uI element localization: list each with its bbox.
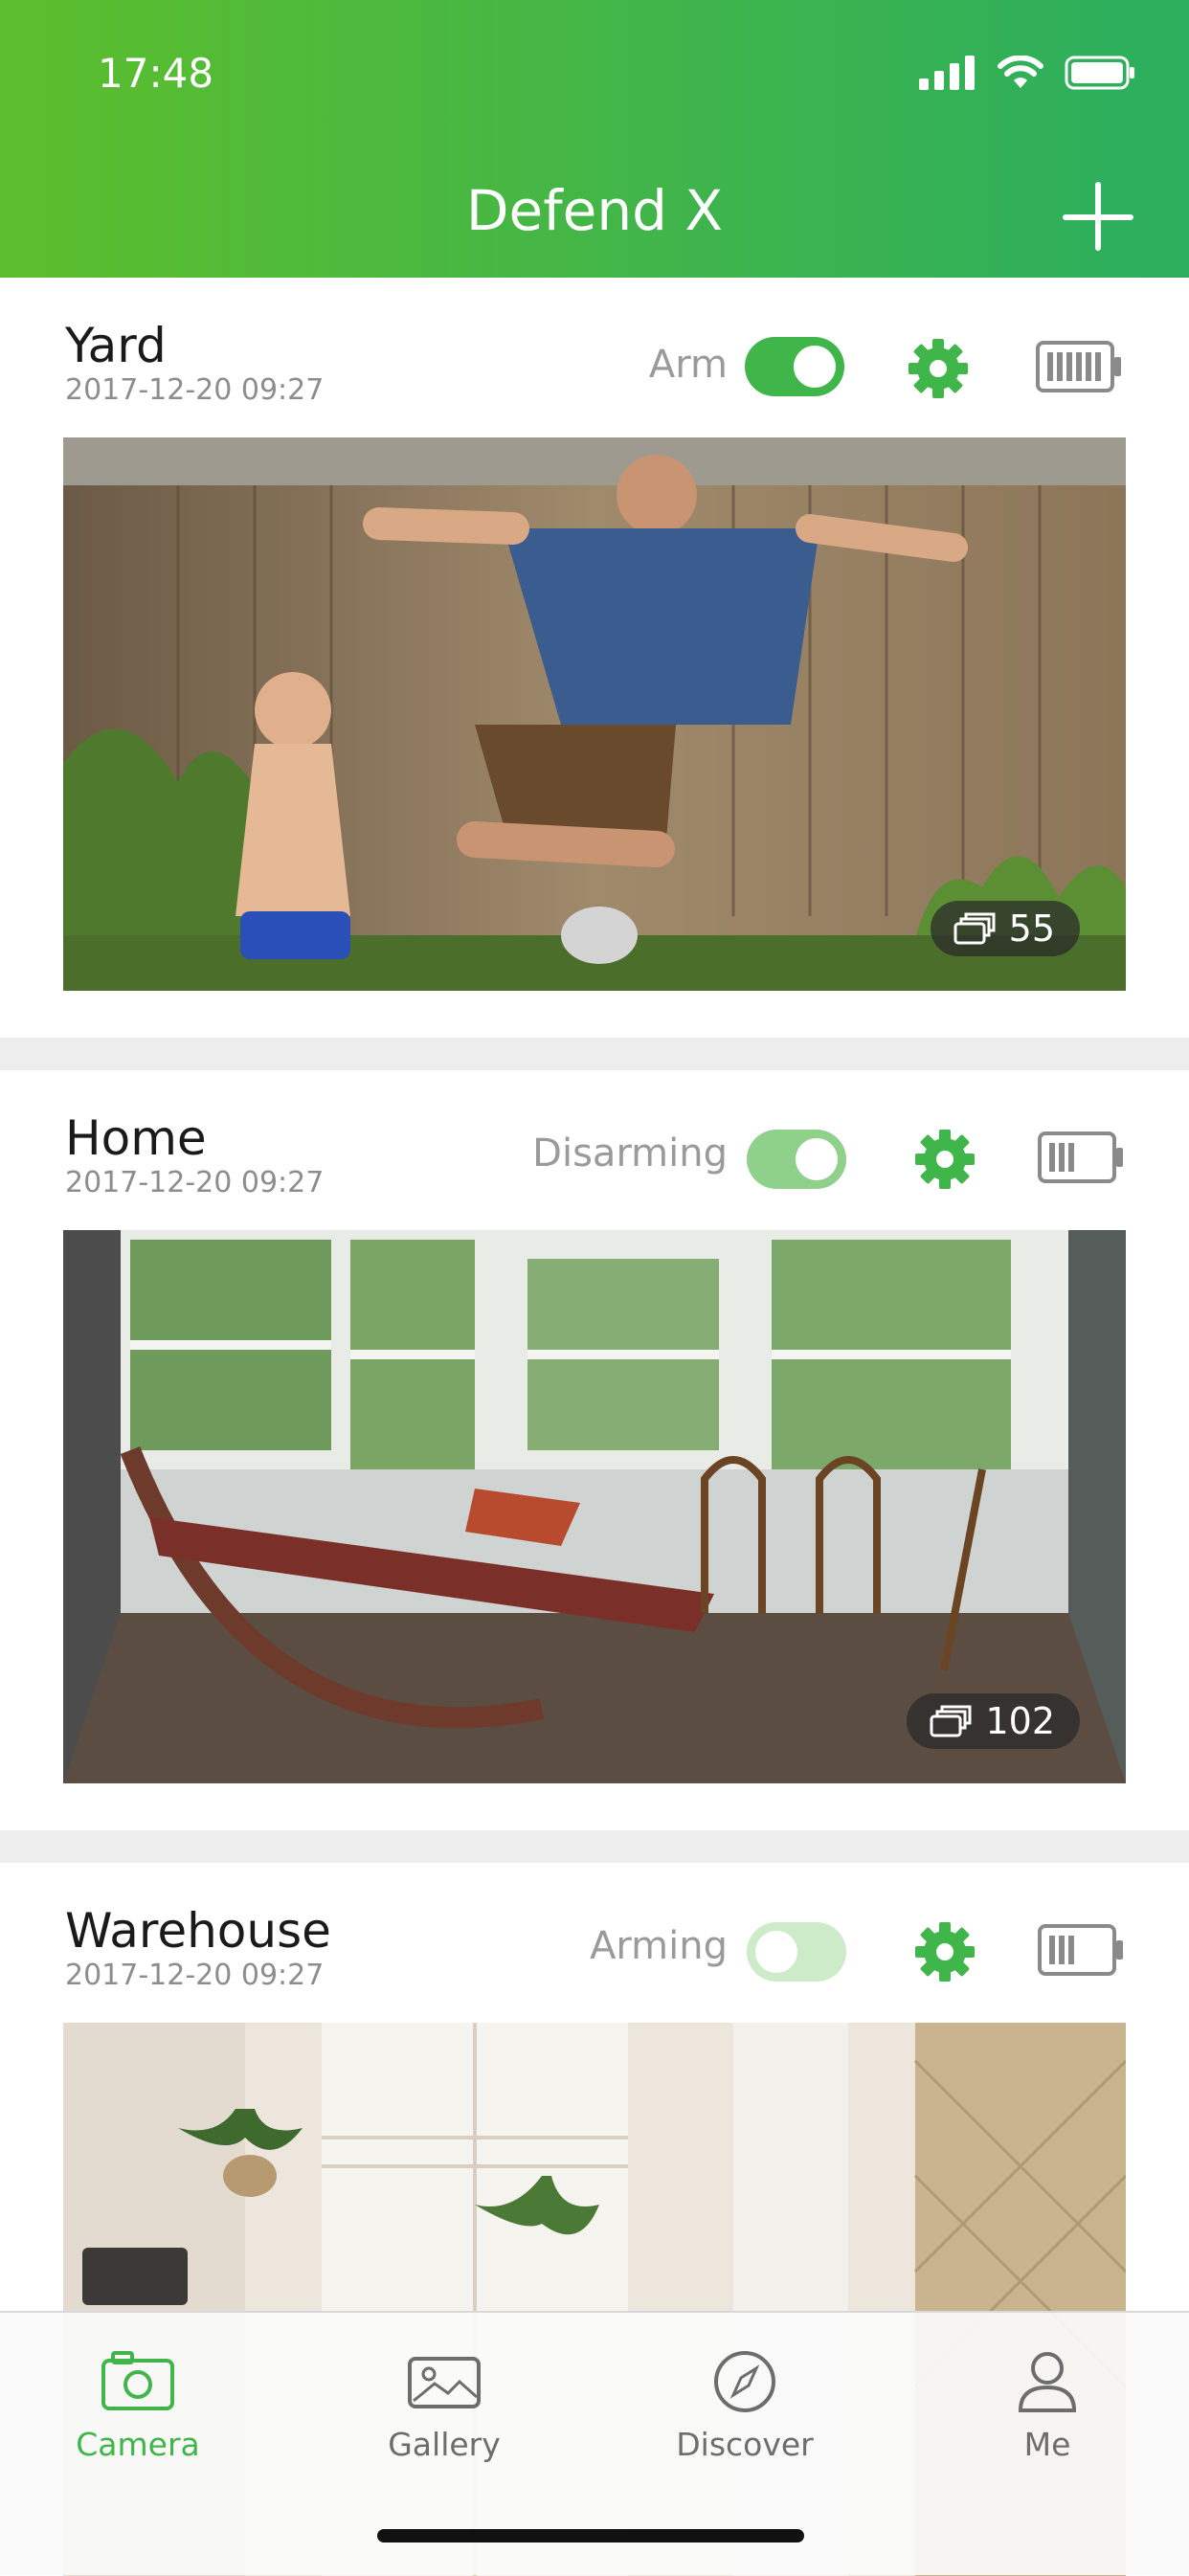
arm-toggle[interactable] xyxy=(745,337,844,396)
camera-date: 2017-12-20 09:27 xyxy=(65,373,325,407)
gear-icon[interactable] xyxy=(911,1918,978,1985)
camera-date: 2017-12-20 09:27 xyxy=(65,1166,325,1199)
card-separator xyxy=(0,1038,1189,1070)
gear-icon[interactable] xyxy=(905,335,972,402)
camera-date: 2017-12-20 09:27 xyxy=(65,1959,325,1992)
camera-name: Warehouse xyxy=(65,1903,331,1959)
wifi-icon xyxy=(998,56,1043,88)
camera-icon xyxy=(101,2351,174,2410)
event-count-badge[interactable]: 55 xyxy=(930,901,1080,956)
arm-status-label: Disarming xyxy=(532,1131,728,1176)
tab-gallery[interactable]: Gallery xyxy=(348,2347,540,2463)
battery-status-icon xyxy=(1065,56,1134,90)
battery-full-icon xyxy=(1036,341,1121,392)
tab-label: Camera xyxy=(76,2426,200,2463)
camera-snapshot-home[interactable]: 102 xyxy=(63,1230,1126,1783)
status-icons xyxy=(919,54,1135,92)
arm-toggle[interactable] xyxy=(747,1922,846,1982)
tab-camera[interactable]: Camera xyxy=(42,2347,234,2463)
event-count: 102 xyxy=(985,1700,1055,1742)
tab-label: Me xyxy=(1023,2426,1071,2463)
app-header: 17:48 Defend X xyxy=(0,0,1189,278)
battery-medium-icon xyxy=(1038,1924,1123,1976)
gallery-stack-icon xyxy=(953,912,996,945)
gallery-icon xyxy=(408,2357,481,2408)
camera-snapshot-yard[interactable]: 55 xyxy=(63,437,1126,991)
tab-discover[interactable]: Discover xyxy=(649,2347,841,2463)
card-separator xyxy=(0,1830,1189,1863)
arm-status-label: Arming xyxy=(590,1924,728,1968)
tab-me[interactable]: Me xyxy=(952,2347,1143,2463)
compass-icon xyxy=(714,2351,775,2412)
tab-label: Gallery xyxy=(388,2426,501,2463)
person-icon xyxy=(1018,2352,1077,2412)
camera-name: Yard xyxy=(65,318,167,373)
camera-card-home: Home 2017-12-20 09:27 Disarming 102 xyxy=(0,1070,1189,1830)
status-time: 17:48 xyxy=(98,50,214,97)
toggle-knob xyxy=(794,346,836,388)
toggle-knob xyxy=(755,1931,797,1973)
event-count-badge[interactable]: 102 xyxy=(907,1693,1080,1749)
home-indicator xyxy=(377,2529,804,2542)
gallery-stack-icon xyxy=(930,1705,972,1737)
app-title: Defend X xyxy=(465,178,724,243)
arm-toggle[interactable] xyxy=(747,1130,846,1189)
arm-status-label: Arm xyxy=(648,343,728,387)
event-count: 55 xyxy=(1008,907,1055,950)
camera-card-yard: Yard 2017-12-20 09:27 Arm 55 xyxy=(0,278,1189,1038)
add-camera-button[interactable] xyxy=(1059,178,1135,255)
gear-icon[interactable] xyxy=(911,1126,978,1193)
signal-icon xyxy=(919,56,975,90)
camera-name: Home xyxy=(65,1110,207,1166)
toggle-knob xyxy=(796,1138,838,1180)
battery-medium-icon xyxy=(1038,1131,1123,1183)
tab-label: Discover xyxy=(676,2426,814,2463)
